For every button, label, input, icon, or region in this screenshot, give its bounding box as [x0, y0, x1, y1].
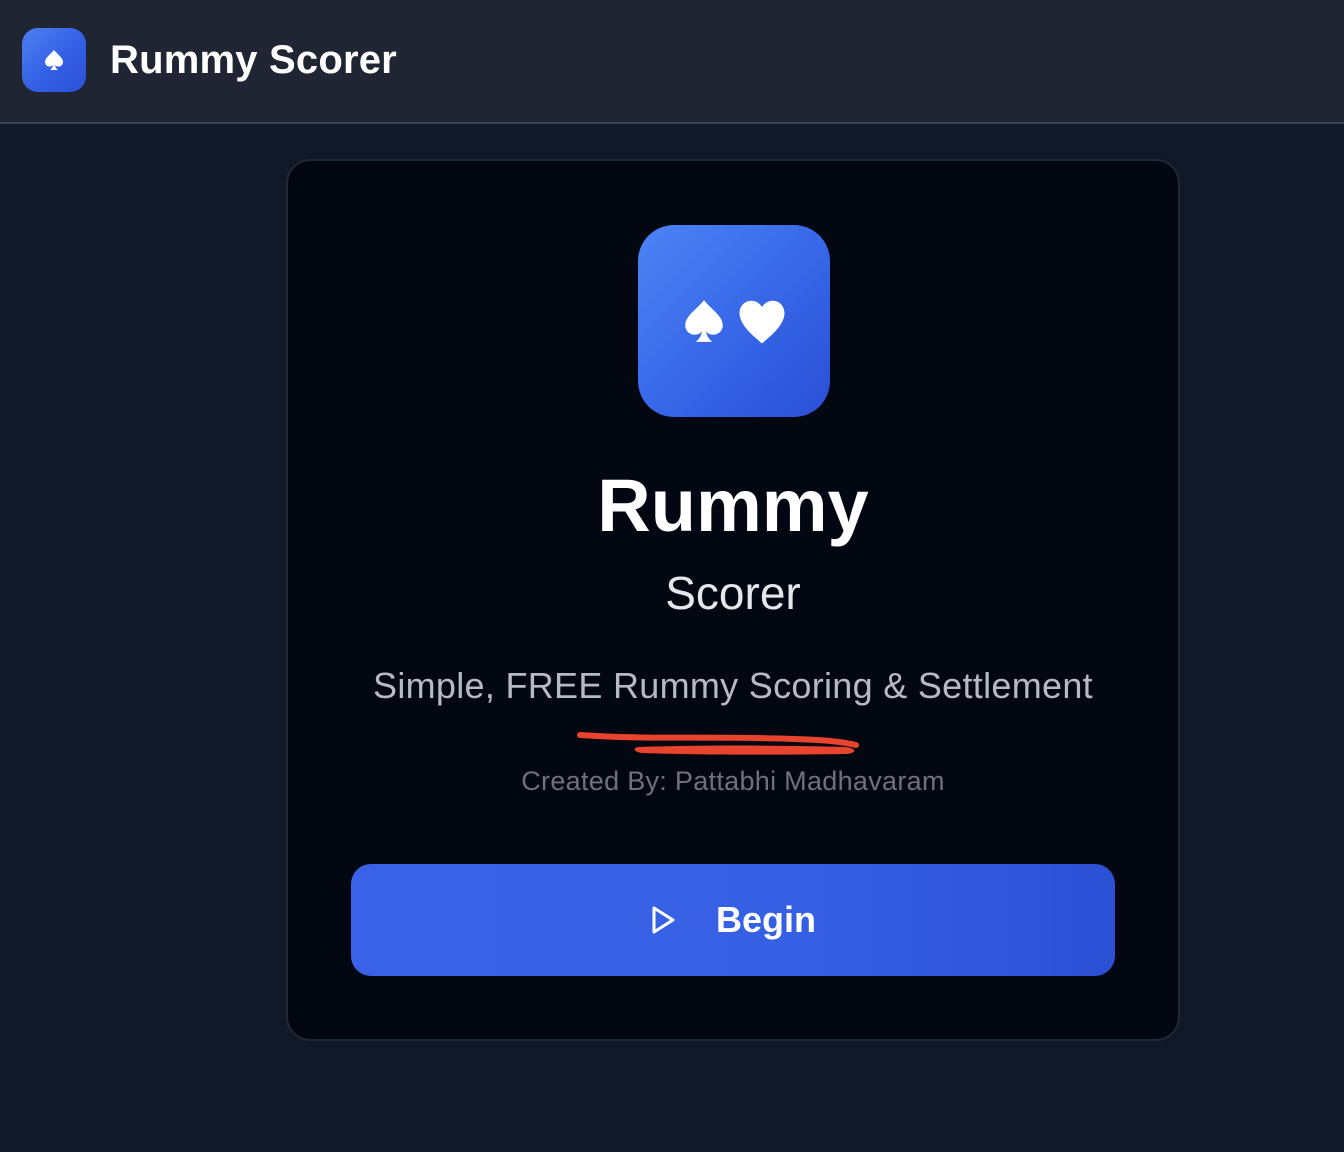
tagline: Simple, FREE Rummy Scoring & Settlement [373, 665, 1093, 706]
spade-icon [45, 50, 63, 70]
author-credit: Created By: Pattabhi Madhavaram [521, 766, 945, 796]
play-icon [650, 905, 676, 935]
spade-icon [685, 300, 723, 342]
heart-icon [739, 300, 785, 344]
card-title: Rummy [597, 464, 869, 547]
red-underline-annotation [577, 732, 859, 755]
app-header: Rummy Scorer [0, 0, 1344, 124]
app-logo[interactable] [22, 28, 86, 92]
welcome-card: Rummy Scorer Simple, FREE Rummy Scoring … [286, 159, 1180, 1041]
card-subtitle: Scorer [665, 567, 801, 619]
app-icon [638, 225, 830, 417]
begin-button[interactable]: Begin [351, 864, 1115, 976]
begin-button-label: Begin [715, 899, 816, 940]
app-title: Rummy Scorer [110, 38, 397, 82]
